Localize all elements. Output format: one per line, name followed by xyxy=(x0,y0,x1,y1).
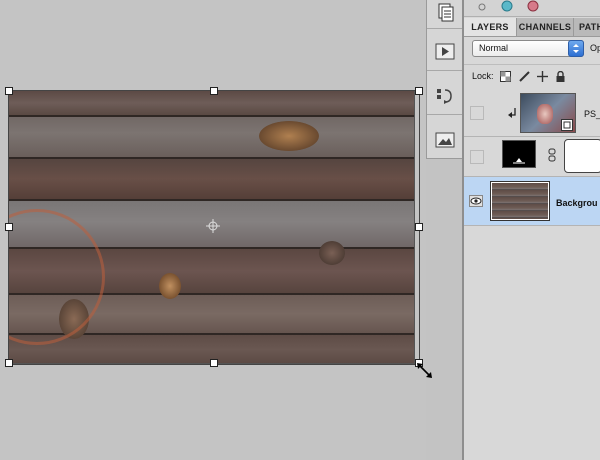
lock-position-icon[interactable] xyxy=(537,71,548,82)
blend-mode-value: Normal xyxy=(479,43,509,53)
adjustment-icon[interactable] xyxy=(500,0,514,12)
tab-channels[interactable]: CHANNELS xyxy=(517,18,574,36)
plank xyxy=(9,335,414,363)
visibility-toggle[interactable] xyxy=(470,106,484,120)
blend-row: Normal Op xyxy=(464,37,600,61)
tool-separator xyxy=(427,114,463,115)
layer-name: Backgrou xyxy=(556,198,598,208)
layer-mask-thumbnail[interactable] xyxy=(564,139,600,173)
clone-source-icon[interactable] xyxy=(434,86,456,106)
eye-icon[interactable] xyxy=(469,195,483,207)
mask-icon[interactable] xyxy=(526,0,540,12)
adjustment-thumbnail xyxy=(502,140,536,168)
wood-knot xyxy=(259,121,319,151)
document-canvas[interactable] xyxy=(0,0,432,460)
history-icon[interactable] xyxy=(434,2,456,22)
actions-icon[interactable] xyxy=(434,42,456,62)
layer-row[interactable]: PS_N xyxy=(464,88,600,137)
wood-knot xyxy=(319,241,345,265)
mask-link-icon[interactable] xyxy=(548,148,556,162)
lock-label: Lock: xyxy=(472,71,494,81)
brightness-icon[interactable] xyxy=(476,1,488,13)
tool-separator xyxy=(427,28,463,29)
wood-knot xyxy=(159,273,181,299)
tool-separator xyxy=(427,70,463,71)
opacity-label: Op xyxy=(590,43,600,53)
transform-handle-top-right[interactable] xyxy=(415,87,423,95)
tab-layers[interactable]: LAYERS xyxy=(464,18,517,36)
panel-top-icons xyxy=(464,0,600,17)
layer-thumbnail xyxy=(490,181,550,221)
layer-name: PS_N xyxy=(584,109,600,119)
plank xyxy=(9,117,414,159)
lock-all-icon[interactable] xyxy=(555,71,566,82)
lock-transparent-pixels-icon[interactable] xyxy=(500,71,511,82)
panel-tabs: LAYERS CHANNELS PATHS xyxy=(464,18,600,37)
clipping-arrow-icon xyxy=(508,108,516,118)
layers-panel: LAYERS CHANNELS PATHS Normal Op Lock: xyxy=(464,0,600,460)
transform-handle-right[interactable] xyxy=(415,223,423,231)
smart-object-icon xyxy=(561,119,573,131)
tab-paths[interactable]: PATHS xyxy=(574,18,600,36)
lock-row: Lock: xyxy=(464,64,600,87)
select-arrows-icon xyxy=(568,40,584,57)
image-thumbnail-icon[interactable] xyxy=(434,130,456,150)
layer-row[interactable] xyxy=(464,137,600,177)
layer-row-selected[interactable]: Backgrou xyxy=(464,177,600,226)
wood-texture-image[interactable] xyxy=(8,90,415,364)
plank xyxy=(9,91,414,117)
blend-mode-select[interactable]: Normal xyxy=(472,40,584,57)
panel-icon-strip xyxy=(426,0,464,159)
plank xyxy=(9,159,414,201)
visibility-toggle[interactable] xyxy=(470,150,484,164)
diagonal-resize-cursor-icon xyxy=(417,363,432,378)
lock-image-pixels-icon[interactable] xyxy=(519,71,530,82)
